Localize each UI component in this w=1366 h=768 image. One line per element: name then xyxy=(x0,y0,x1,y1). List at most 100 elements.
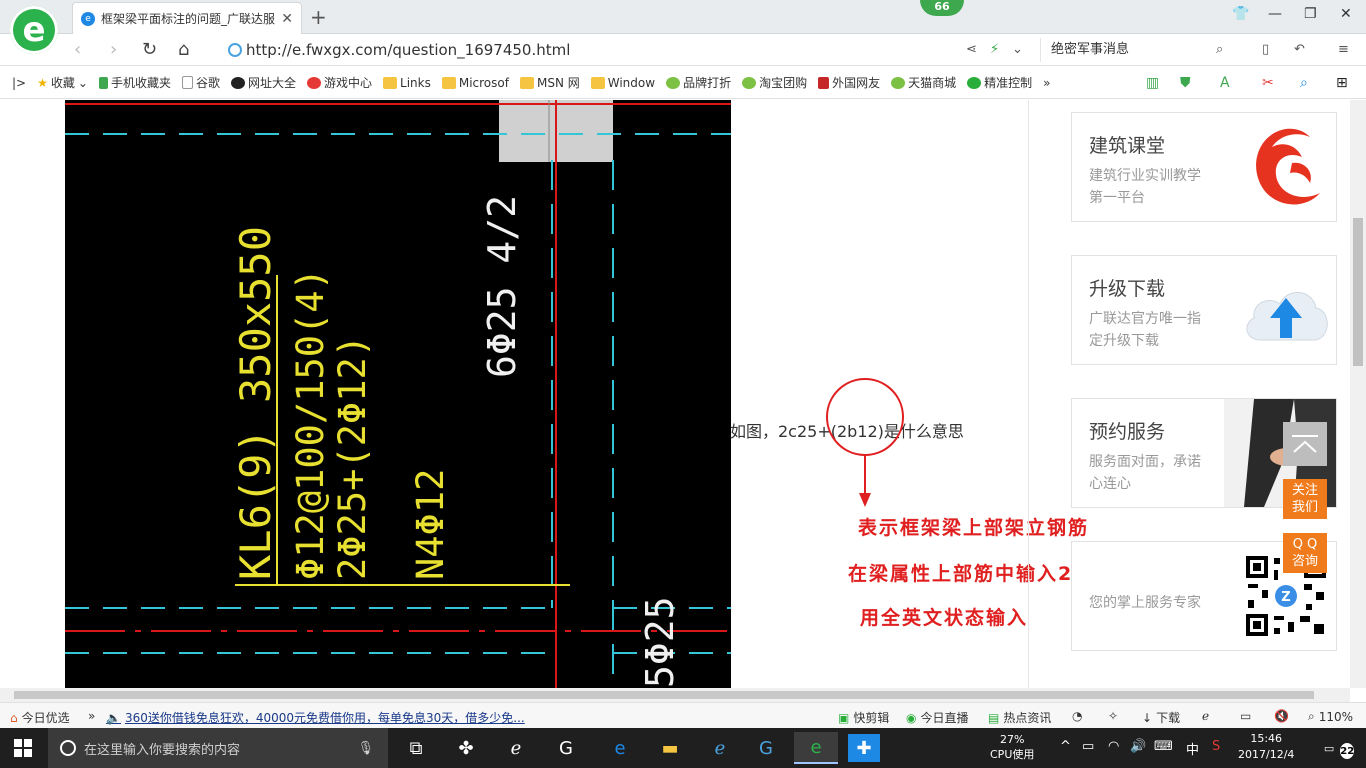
ie-icon[interactable]: ℯ xyxy=(698,732,742,764)
sidebar-toggle-icon[interactable]: |> xyxy=(12,76,26,90)
glodon-app-icon[interactable]: G xyxy=(744,732,788,764)
undo-icon[interactable]: ↶ xyxy=(1294,42,1305,57)
notification-badge[interactable]: 66 xyxy=(920,0,964,16)
follow-line-1: 关注 xyxy=(1291,483,1318,498)
wifi-icon[interactable]: ◠ xyxy=(1108,739,1119,754)
bookmark-item[interactable]: MSN 网 xyxy=(519,74,580,91)
clean-icon[interactable]: ✧ xyxy=(1108,709,1118,723)
search-input[interactable]: 绝密军事消息 xyxy=(1040,38,1240,62)
bookmark-label: 外国网友 xyxy=(832,76,881,90)
keyboard-icon[interactable]: ⌨ xyxy=(1154,739,1173,754)
bookmark-item[interactable]: 外国网友 xyxy=(818,74,880,91)
ime-indicator[interactable]: 中 xyxy=(1186,739,1199,758)
ie-mode-icon[interactable]: ℯ xyxy=(1202,709,1209,723)
tab-active[interactable]: e 框架梁平面标注的问题_广联达服 ✕ xyxy=(72,2,302,34)
taskbar-clock[interactable]: 15:46 2017/12/4 xyxy=(1238,731,1294,763)
follow-line-2: 我们 xyxy=(1291,500,1318,515)
bookmark-item[interactable]: 游戏中心 xyxy=(307,74,372,91)
bookmark-label: 手机收藏夹 xyxy=(110,76,171,90)
bookmark-item[interactable]: Microsof xyxy=(441,76,509,90)
horizontal-scroll-thumb[interactable] xyxy=(14,691,1314,699)
speed-icon[interactable]: ◔ xyxy=(1072,709,1082,723)
battery-icon[interactable]: ▭ xyxy=(1082,739,1094,754)
tab-close-icon[interactable]: ✕ xyxy=(281,11,293,27)
bookmark-item[interactable]: Window xyxy=(590,76,655,90)
cpu-usage-indicator[interactable]: 27% CPU使用 xyxy=(990,732,1034,762)
translate-icon[interactable]: A xyxy=(1220,75,1230,91)
refresh-icon[interactable]: ↻ xyxy=(142,39,157,60)
bookmark-item[interactable]: 天猫商城 xyxy=(891,74,956,91)
bookmark-item[interactable]: 精准控制 xyxy=(967,74,1032,91)
bookmark-item[interactable]: 品牌打折 xyxy=(666,74,731,91)
leaf-icon xyxy=(891,76,906,89)
bookmark-label: 收藏 xyxy=(50,76,75,90)
kuaijianji-button[interactable]: ▣ 快剪辑 xyxy=(838,709,889,726)
magnifier-icon[interactable]: ⌕ xyxy=(1300,75,1308,91)
scissors-icon[interactable]: ✂ xyxy=(1262,75,1274,91)
bookmark-item[interactable]: 谷歌 xyxy=(181,74,220,91)
bookmark-item[interactable]: 网址大全 xyxy=(230,74,296,91)
today-picks-button[interactable]: ⌂ 今日优选 xyxy=(10,709,70,726)
browser-status-bar: ⌂ 今日优选 » 🔈 360送你借钱免息狂欢，40000元免费借你用，每单免息30天… xyxy=(0,702,1366,728)
apps-grid-icon[interactable]: ⊞ xyxy=(1336,75,1348,91)
edge-legacy-icon[interactable]: ℯ xyxy=(494,732,538,764)
card-shengji-xiazai[interactable]: 升级下载 广联达官方唯一指定升级下载 xyxy=(1071,255,1337,365)
window-icon[interactable]: ▭ xyxy=(1240,709,1251,723)
browser-logo-icon[interactable]: e xyxy=(10,6,58,54)
task-view-icon[interactable]: ⧉ xyxy=(394,732,438,764)
taskbar-search-input[interactable]: 在这里输入你要搜索的内容 🎙 xyxy=(48,728,388,768)
remote-app-icon[interactable]: ✚ xyxy=(848,734,880,762)
news-chevron-icon[interactable]: » xyxy=(88,709,95,723)
edge-icon[interactable]: e xyxy=(598,732,642,764)
annotation-line-1: 表示框架梁上部架立钢筋 xyxy=(858,517,1090,539)
bookmark-item[interactable]: 淘宝团购 xyxy=(742,74,807,91)
tray-expand-icon[interactable]: ^ xyxy=(1060,739,1071,754)
fan-app-icon[interactable]: ✤ xyxy=(444,732,488,764)
forward-icon[interactable]: › xyxy=(110,39,117,60)
shield-icon[interactable]: ⛊ xyxy=(1180,75,1191,91)
search-icon[interactable]: ⌕ xyxy=(1216,42,1223,57)
book-icon[interactable]: ▥ xyxy=(1146,75,1159,91)
vertical-scrollbar[interactable] xyxy=(1350,100,1366,688)
windows-taskbar: 在这里输入你要搜索的内容 🎙 ⧉ ✤ ℯ G e ▬ ℯ G e ✚ 27% C… xyxy=(0,728,1366,768)
microphone-icon[interactable]: 🎙 xyxy=(357,741,374,756)
shirt-skin-icon[interactable]: 👕 xyxy=(1232,6,1249,22)
windows-start-icon[interactable] xyxy=(14,739,32,757)
dropdown-chevron-icon[interactable]: ⌄ xyxy=(1012,42,1023,57)
mute-icon[interactable]: 🔇 xyxy=(1274,709,1289,723)
volume-icon[interactable]: 🔊 xyxy=(1130,739,1146,754)
bookmark-item[interactable]: Links xyxy=(383,76,431,90)
bookmark-item[interactable]: 手机收藏夹 xyxy=(98,74,171,91)
qq-consult-button[interactable]: Q Q 咨询 xyxy=(1283,533,1327,573)
sogou-icon[interactable]: S xyxy=(1212,739,1220,754)
back-icon[interactable]: ‹ xyxy=(74,39,81,60)
star-icon: ★ xyxy=(37,75,48,90)
new-tab-button[interactable]: + xyxy=(310,5,327,29)
mobile-icon[interactable]: ▯ xyxy=(1262,42,1269,57)
bookmarks-more-button[interactable]: » xyxy=(1043,76,1050,90)
share-icon[interactable]: ⋖ xyxy=(966,42,977,57)
column-divider xyxy=(1028,100,1029,688)
zoom-control[interactable]: ⌕ 110% xyxy=(1308,709,1353,724)
menu-icon[interactable]: ≡ xyxy=(1338,42,1349,57)
lightning-icon[interactable]: ⚡ xyxy=(990,42,999,57)
hot-news-button[interactable]: ▤ 热点资讯 xyxy=(988,709,1051,726)
live-button[interactable]: ◉ 今日直播 xyxy=(906,709,969,726)
close-window-icon[interactable]: ✕ xyxy=(1340,6,1352,22)
file-explorer-icon[interactable]: ▬ xyxy=(648,732,692,764)
vertical-scroll-thumb[interactable] xyxy=(1353,218,1363,366)
360-browser-taskbar-icon[interactable]: e xyxy=(794,732,838,764)
download-button[interactable]: ↓ 下载 xyxy=(1142,709,1180,726)
follow-us-button[interactable]: 关注 我们 xyxy=(1283,479,1327,519)
news-ticker-link[interactable]: 🔈 360送你借钱免息狂欢，40000元免费借你用，每单免息30天，借多少免... xyxy=(106,709,525,726)
action-center-button[interactable]: ▭ 22 xyxy=(1324,737,1355,759)
glodon-g-icon[interactable]: G xyxy=(544,732,588,764)
back-to-top-button[interactable] xyxy=(1283,422,1327,466)
restore-icon[interactable]: ❐ xyxy=(1304,6,1317,22)
minimize-icon[interactable]: — xyxy=(1268,6,1282,22)
bookmark-item[interactable]: ★ 收藏 ⌄ xyxy=(37,74,88,91)
home-icon[interactable]: ⌂ xyxy=(178,39,189,60)
url-field[interactable]: http://e.fwxgx.com/question_1697450.html xyxy=(228,41,570,59)
horizontal-scrollbar[interactable] xyxy=(0,688,1350,702)
card-jianzhu-ketang[interactable]: 建筑课堂 建筑行业实训教学第一平台 xyxy=(1071,112,1337,222)
